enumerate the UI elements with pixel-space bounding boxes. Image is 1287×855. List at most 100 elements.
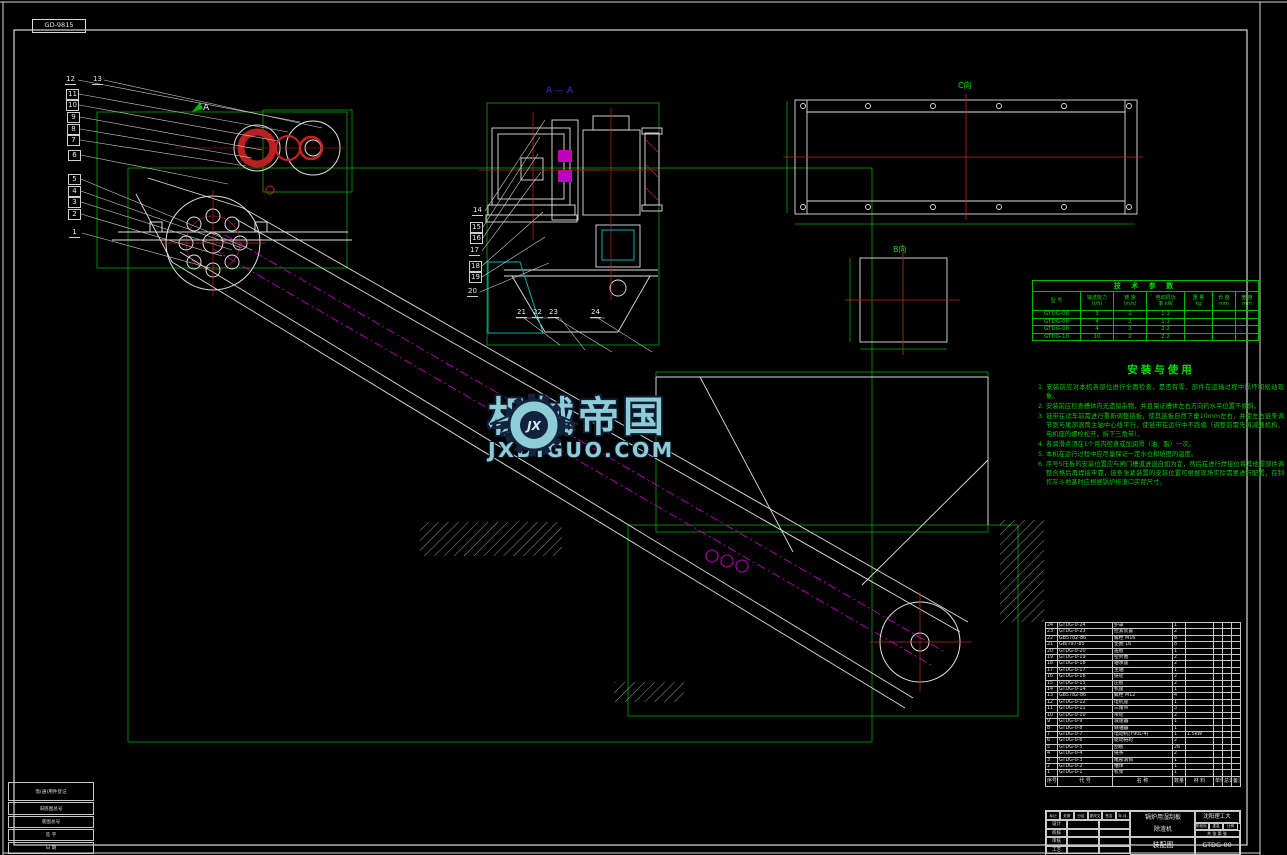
sign-cell	[1067, 837, 1098, 846]
params-cell	[1213, 318, 1236, 326]
notes-title: 安装与使用	[1038, 366, 1284, 375]
params-cell: 2.2	[1147, 333, 1185, 341]
balloon-1: 1	[69, 228, 80, 238]
balloon-6: 6	[68, 150, 81, 161]
params-cell	[1236, 311, 1259, 319]
technical-parameters-table: 技 术 参 数型 号输送能力(t/h)链 速(m/s)电动机功率 kW重 量kg…	[1032, 280, 1259, 341]
logo-initials: JX	[525, 419, 541, 433]
watermark-logo: JX	[488, 386, 580, 464]
note-item-5: 5. 本机在运行过程中应尽量保证一定水位和坡度的温度。	[1038, 450, 1284, 459]
params-cell	[1213, 326, 1236, 334]
bom-header-cell: 序号	[1046, 776, 1058, 786]
sign-cell	[1099, 829, 1130, 838]
sheet-number-label: GD-9815	[32, 19, 86, 33]
params-header-1: 输送能力(t/h)	[1081, 292, 1114, 311]
params-cell: GTDG-08	[1033, 311, 1081, 319]
params-cell: 4	[1081, 318, 1114, 326]
doc-type-cell: 装配图	[1130, 836, 1196, 855]
params-row-2: GTDG-08422.2	[1033, 326, 1259, 334]
params-header-0: 型 号	[1033, 292, 1081, 311]
params-cell	[1185, 326, 1213, 334]
product-name-cell: 锅炉用湿刮板 除渣机	[1130, 811, 1196, 838]
params-cell	[1185, 318, 1213, 326]
sign-cell: 工艺	[1046, 846, 1067, 855]
params-cell: 1.1	[1147, 318, 1185, 326]
sign-cell	[1067, 820, 1098, 829]
chain-link-detail	[706, 550, 748, 572]
sign-row: 审核	[1046, 837, 1130, 846]
detail-a-label: A	[203, 103, 210, 113]
params-cell	[1236, 318, 1259, 326]
view-c	[783, 94, 1143, 220]
params-cell	[1236, 333, 1259, 341]
params-cell: GTDG-08	[1033, 326, 1081, 334]
note-item-6: 6. 序号5压板的安装位置应与闸门槽道进退自如为宜，然后在进行焊接位将其他零部件…	[1038, 460, 1284, 487]
stage-header: 阶段标记	[1194, 822, 1209, 830]
gear-icon: JX	[506, 397, 562, 453]
params-cell	[1213, 333, 1236, 341]
bom-header-row: 序号代 号名 称数量材 料单件总计备注	[1046, 776, 1241, 786]
params-header-4: 重 量kg	[1185, 292, 1213, 311]
drive-gear-unit	[150, 121, 345, 232]
margin-block-4: 日 期	[8, 842, 94, 854]
rev-header: 分区	[1074, 811, 1088, 820]
watermark: JX 机械帝国 JXDIGUO.COM	[488, 386, 806, 472]
params-row-1: GTDG-08421.1	[1033, 318, 1259, 326]
balloon-16: 16	[470, 233, 483, 244]
note-item-4: 4. 各润滑点须在1个月内检查或加润滑（油、脂）一次。	[1038, 440, 1284, 449]
cad-drawing-sheet: A — A C向 B向 A GD-9815 121110987654321141…	[0, 0, 1287, 855]
balloon-21: 21	[516, 308, 527, 318]
params-header-5: 长 度mm	[1213, 292, 1236, 311]
sign-cell	[1067, 829, 1098, 838]
params-header-6: 宽 度mm	[1236, 292, 1259, 311]
rev-header: 签名	[1102, 811, 1116, 820]
balloon-18: 18	[469, 261, 482, 272]
margin-blocks: 借(通)用件登记旧底图总号底图总号签 字日 期描 图	[8, 782, 94, 854]
params-cell	[1185, 311, 1213, 319]
margin-block-2: 底图总号	[8, 816, 94, 828]
margin-block-0: 借(通)用件登记	[8, 782, 94, 801]
balloon-3: 3	[68, 197, 81, 208]
balloon-7: 7	[67, 135, 80, 146]
rev-header: 处数	[1060, 811, 1074, 820]
note-item-2: 2. 安装前应检查槽体内无遗留杂物，并且保证槽体左右方向的水平位置不倾斜。	[1038, 402, 1284, 411]
margin-block-3: 签 字	[8, 829, 94, 841]
sign-row: 校核	[1046, 829, 1130, 838]
balloon-17: 17	[469, 246, 480, 256]
view-b	[845, 245, 960, 355]
note-item-3: 3. 链带在试车前需进行重新调整链板，使其链板自然下垂10mm左右，并使左右链条…	[1038, 412, 1284, 439]
balloon-22: 22	[532, 308, 543, 318]
rev-header: 年.月.日	[1116, 811, 1130, 820]
sign-row: 设计	[1046, 820, 1130, 829]
params-cell	[1213, 311, 1236, 319]
rev-header: 更改文件号	[1088, 811, 1102, 820]
params-cell	[1236, 326, 1259, 334]
balloon-23: 23	[548, 308, 559, 318]
params-cell: 3	[1081, 311, 1114, 319]
hatch-areas	[420, 520, 1044, 702]
params-row-3: GTDG-101022.2	[1033, 333, 1259, 341]
installation-notes: 安装与使用 1. 安装前应对本机各部位进行全面检查，是否有零、部件在运输过程中损…	[1038, 366, 1284, 488]
view-b-label: B向	[893, 244, 907, 254]
balloon-12: 12	[65, 75, 76, 85]
params-title: 技 术 参 数	[1033, 281, 1259, 292]
balloon-11: 11	[66, 89, 79, 100]
params-cell: GTDG-10	[1033, 333, 1081, 341]
params-cell: 2	[1114, 326, 1147, 334]
leader-lines	[78, 80, 652, 352]
bom-header-cell: 代 号	[1058, 776, 1113, 786]
params-cell: 1.1	[1147, 311, 1185, 319]
rev-header: 标记	[1046, 811, 1060, 820]
balloon-2: 2	[68, 209, 81, 220]
sign-cell	[1099, 820, 1130, 829]
bom-header-cell: 备注	[1232, 776, 1241, 786]
params-cell: 2	[1114, 311, 1147, 319]
title-block: 标记处数分区更改文件号签名年.月.日 设计校核审核工艺 锅炉用湿刮板 除渣机 装…	[1045, 810, 1241, 855]
sign-cell	[1099, 846, 1130, 855]
balloon-9: 9	[67, 112, 80, 123]
params-cell: GTDG-08	[1033, 318, 1081, 326]
balloon-13: 13	[92, 75, 103, 85]
params-cell: 10	[1081, 333, 1114, 341]
params-header-3: 电动机功率 kW	[1147, 292, 1185, 311]
sign-cell	[1067, 846, 1098, 855]
